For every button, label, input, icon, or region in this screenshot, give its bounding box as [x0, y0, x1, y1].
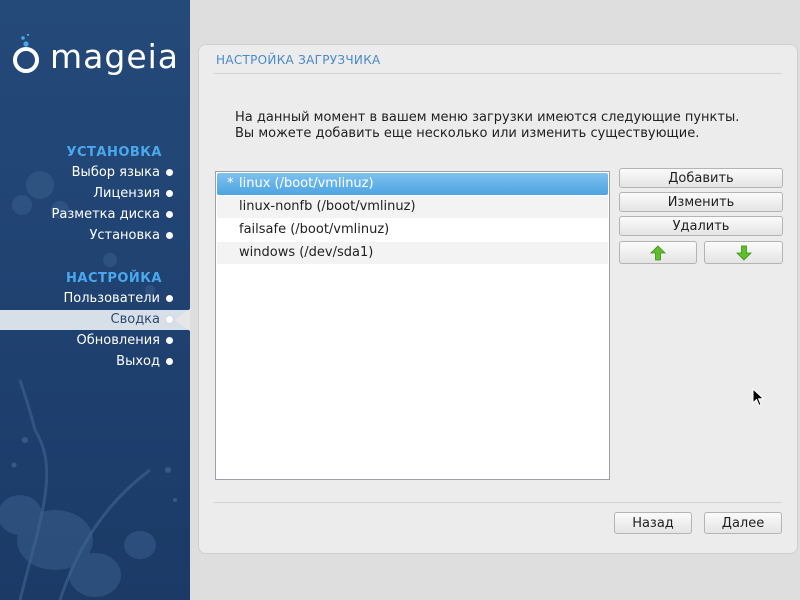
- section-title-configure: НАСТРОЙКА: [66, 271, 162, 286]
- description-line-1: На данный момент в вашем меню загрузки и…: [235, 110, 740, 125]
- step-installation: Установка: [89, 226, 173, 246]
- panel-title: НАСТРОЙКА ЗАГРУЗЧИКА: [216, 53, 381, 67]
- entry-label: failsafe (/boot/vmlinuz): [239, 222, 390, 237]
- step-label: Пользователи: [63, 291, 160, 306]
- logo-wordmark: mageia: [50, 37, 180, 76]
- step-summary-active: Сводка: [0, 310, 190, 330]
- active-step-pointer-icon: [175, 309, 190, 331]
- sidebar: mageia УСТАНОВКА Выбор языка Лицензия Ра…: [0, 0, 190, 600]
- entry-label: linux-nonfb (/boot/vmlinuz): [239, 199, 416, 214]
- boot-entries-list[interactable]: * linux (/boot/vmlinuz) linux-nonfb (/bo…: [215, 171, 610, 480]
- list-item[interactable]: windows (/dev/sda1): [217, 242, 608, 264]
- step-dot-icon: [166, 169, 173, 176]
- step-dot-icon: [166, 232, 173, 239]
- step-dot-icon: [166, 295, 173, 302]
- step-dot-icon: [166, 316, 173, 323]
- list-item[interactable]: * linux (/boot/vmlinuz): [217, 173, 608, 195]
- step-label: Выбор языка: [71, 165, 160, 180]
- next-button[interactable]: Далее: [704, 512, 782, 534]
- footer-divider: [214, 502, 782, 503]
- default-entry-marker: *: [227, 176, 234, 191]
- step-label: Сводка: [110, 312, 161, 327]
- list-item[interactable]: linux-nonfb (/boot/vmlinuz): [217, 196, 608, 218]
- mageia-logo: mageia: [10, 34, 182, 78]
- step-label: Разметка диска: [51, 207, 160, 222]
- description-line-2: Вы можете добавить еще несколько или изм…: [235, 126, 700, 141]
- modify-button[interactable]: Изменить: [619, 192, 783, 212]
- move-up-button[interactable]: [619, 241, 697, 264]
- step-dot-icon: [166, 190, 173, 197]
- entry-label: linux (/boot/vmlinuz): [239, 176, 374, 191]
- title-divider: [214, 73, 782, 74]
- step-updates: Обновления: [76, 331, 173, 351]
- step-users: Пользователи: [63, 289, 173, 309]
- step-label: Выход: [116, 354, 160, 369]
- remove-button[interactable]: Удалить: [619, 216, 783, 236]
- back-button[interactable]: Назад: [614, 512, 692, 534]
- mageia-logo-icon: [13, 34, 39, 73]
- step-partitioning: Разметка диска: [51, 205, 173, 225]
- arrow-down-icon: [735, 245, 752, 261]
- entry-label: windows (/dev/sda1): [239, 245, 374, 260]
- step-dot-icon: [166, 337, 173, 344]
- step-language: Выбор языка: [71, 163, 173, 183]
- bootloader-panel: НАСТРОЙКА ЗАГРУЗЧИКА На данный момент в …: [198, 44, 798, 554]
- step-license: Лицензия: [93, 184, 173, 204]
- section-title-install: УСТАНОВКА: [66, 145, 162, 160]
- step-label: Лицензия: [93, 186, 160, 201]
- step-label: Обновления: [76, 333, 160, 348]
- mouse-cursor-icon: [752, 388, 765, 407]
- step-dot-icon: [166, 211, 173, 218]
- step-label: Установка: [89, 228, 160, 243]
- step-exit: Выход: [116, 352, 173, 372]
- list-item[interactable]: failsafe (/boot/vmlinuz): [217, 219, 608, 241]
- step-dot-icon: [166, 358, 173, 365]
- move-down-button[interactable]: [704, 241, 783, 264]
- add-button[interactable]: Добавить: [619, 168, 783, 188]
- arrow-up-icon: [650, 244, 666, 260]
